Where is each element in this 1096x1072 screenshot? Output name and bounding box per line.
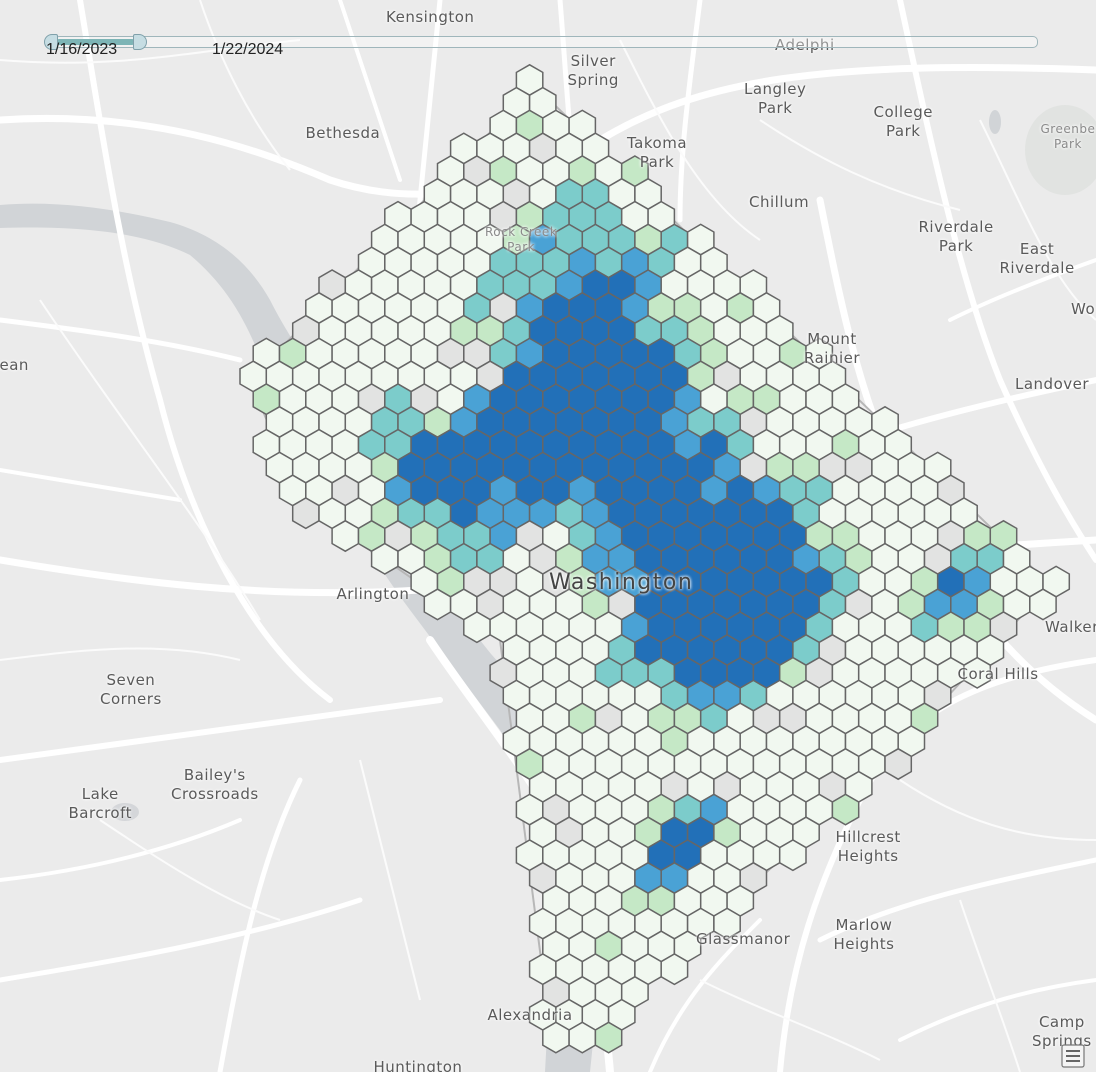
place-label: Glassmanor — [696, 930, 791, 948]
hexbin-cell[interactable] — [660, 953, 689, 986]
hexbin-cell[interactable] — [370, 542, 399, 575]
hexbin-layer — [239, 63, 1071, 1054]
place-label: Alexandria — [487, 1006, 573, 1024]
list-menu-icon[interactable] — [1058, 1042, 1088, 1070]
place-label: Hillcrest Heights — [835, 828, 901, 865]
hexbin-cell[interactable] — [884, 747, 913, 781]
place-label: Greenbe Park — [1040, 122, 1096, 151]
time-slider[interactable] — [40, 20, 1040, 64]
hexbin-cell[interactable] — [291, 497, 320, 530]
map-view[interactable]: Kensington Silver Spring Adelphi Bethesda La… — [0, 0, 1096, 1072]
hexbin-cell[interactable] — [568, 1021, 597, 1054]
place-label: Chillum — [749, 193, 810, 211]
hexbin-cell[interactable] — [831, 793, 860, 826]
time-slider-track[interactable] — [54, 36, 1038, 48]
place-label: Mount Rainier — [804, 330, 861, 367]
hexbin-cell[interactable] — [1029, 588, 1057, 621]
place-label: Rock Creek Park — [485, 225, 558, 254]
place-label: Landover — [1015, 375, 1090, 393]
place-label: Seven Corners — [100, 671, 162, 708]
place-label: Marlow Heights — [833, 916, 895, 953]
place-label: Walker — [1045, 618, 1096, 636]
place-label: Huntington — [373, 1058, 463, 1072]
place-label: East Riverdale — [999, 240, 1075, 277]
place-label: ean — [0, 356, 29, 374]
time-slider-end-label: 1/22/2024 — [212, 41, 284, 58]
list-menu-icon-glyph — [1061, 1044, 1085, 1068]
place-label: Washington — [549, 570, 694, 595]
hexbin-cell[interactable] — [594, 1021, 623, 1054]
place-label: Bethesda — [305, 124, 381, 142]
hexbin-cell[interactable] — [423, 588, 452, 621]
hexbin-cell[interactable] — [778, 839, 807, 872]
place-label: Coral Hills — [957, 665, 1039, 683]
place-label: Lake Barcroft — [68, 785, 132, 822]
hexbin-cell[interactable] — [331, 519, 360, 553]
place-label: Wo — [1071, 300, 1096, 318]
time-slider-start-label: 1/16/2023 — [46, 41, 118, 58]
place-label: Bailey's Crossroads — [171, 766, 259, 803]
place-label: College Park — [873, 103, 933, 140]
hexbin-cell[interactable] — [542, 1021, 570, 1054]
hexbin-cell[interactable] — [463, 611, 491, 644]
place-label: Takoma Park — [627, 134, 688, 171]
place-label: Riverdale Park — [918, 218, 994, 255]
place-label: Arlington — [336, 585, 410, 603]
place-label: Langley Park — [744, 80, 807, 117]
